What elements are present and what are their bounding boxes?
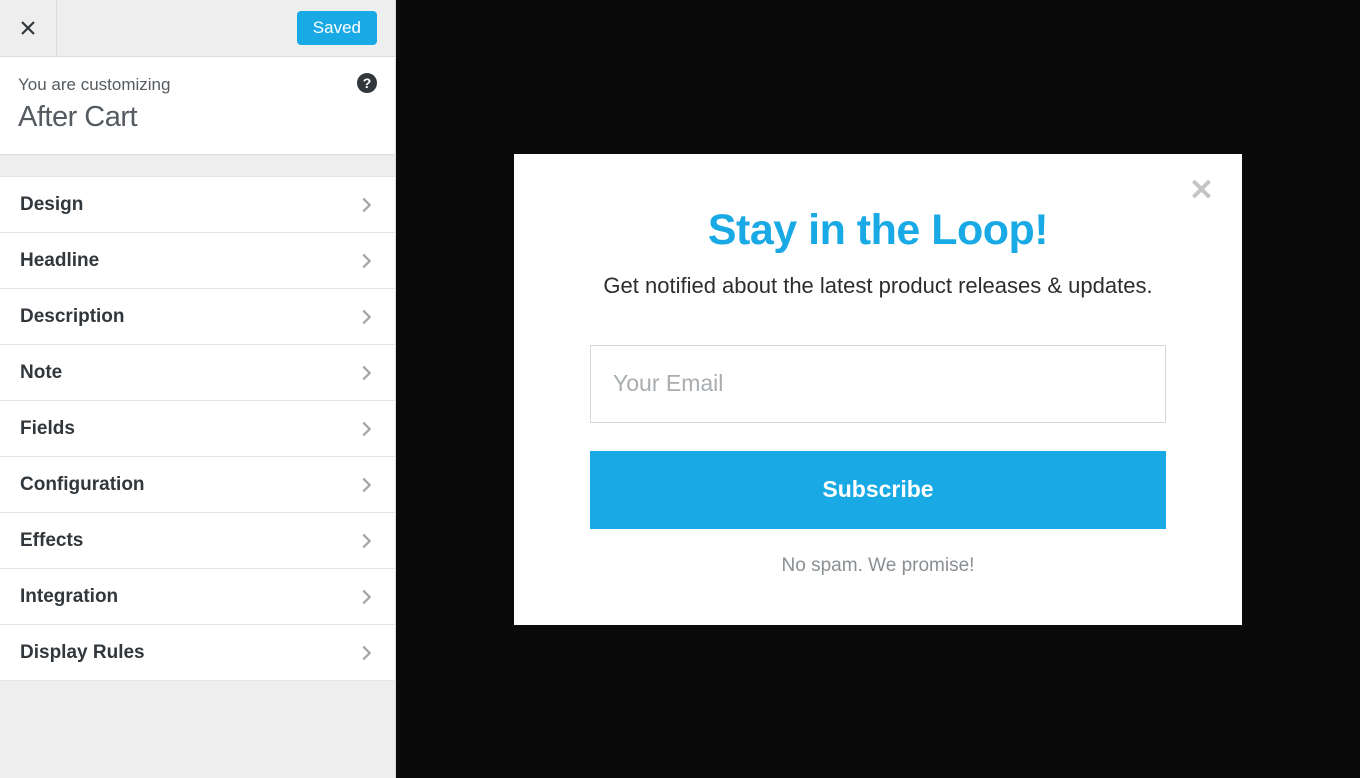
- chevron-right-icon: [355, 250, 377, 272]
- section-design[interactable]: Design: [0, 176, 395, 233]
- popup-description: Get notified about the latest product re…: [590, 273, 1166, 299]
- chevron-right-icon: [355, 306, 377, 328]
- customizer-sidebar: Saved You are customizing After Cart ? D…: [0, 0, 396, 778]
- popup-close-button[interactable]: ✕: [1189, 176, 1214, 206]
- preview-stage: ✕ Stay in the Loop! Get notified about t…: [396, 0, 1360, 778]
- section-label: Configuration: [20, 474, 145, 496]
- sidebar-section-list: Design Headline Description Note Fields …: [0, 177, 395, 681]
- section-label: Description: [20, 306, 125, 328]
- chevron-right-icon: [355, 642, 377, 664]
- section-display-rules[interactable]: Display Rules: [0, 624, 395, 681]
- section-note[interactable]: Note: [0, 344, 395, 401]
- subscribe-button[interactable]: Subscribe: [590, 451, 1166, 529]
- close-customizer-button[interactable]: [0, 0, 57, 57]
- popup-headline: Stay in the Loop!: [590, 206, 1166, 255]
- section-label: Note: [20, 362, 62, 384]
- section-description[interactable]: Description: [0, 288, 395, 345]
- email-input[interactable]: [590, 345, 1166, 423]
- help-icon[interactable]: ?: [357, 73, 377, 93]
- popup-note: No spam. We promise!: [590, 555, 1166, 577]
- customizing-pretext: You are customizing: [18, 75, 377, 95]
- section-headline[interactable]: Headline: [0, 232, 395, 289]
- chevron-right-icon: [355, 530, 377, 552]
- saved-button[interactable]: Saved: [297, 11, 377, 45]
- customizing-title: After Cart: [18, 101, 377, 134]
- sidebar-spacer: [0, 155, 395, 177]
- chevron-right-icon: [355, 418, 377, 440]
- chevron-right-icon: [355, 474, 377, 496]
- section-integration[interactable]: Integration: [0, 568, 395, 625]
- section-label: Design: [20, 194, 83, 216]
- chevron-right-icon: [355, 362, 377, 384]
- sidebar-top-bar: Saved: [0, 0, 395, 57]
- customizer-context: You are customizing After Cart ?: [0, 57, 395, 155]
- section-configuration[interactable]: Configuration: [0, 456, 395, 513]
- section-label: Display Rules: [20, 642, 145, 664]
- section-effects[interactable]: Effects: [0, 512, 395, 569]
- section-label: Headline: [20, 250, 99, 272]
- popup-preview: ✕ Stay in the Loop! Get notified about t…: [514, 154, 1242, 625]
- section-fields[interactable]: Fields: [0, 400, 395, 457]
- section-label: Integration: [20, 586, 118, 608]
- chevron-right-icon: [355, 194, 377, 216]
- close-icon: ✕: [1189, 174, 1214, 207]
- close-icon: [19, 19, 37, 37]
- section-label: Effects: [20, 530, 83, 552]
- section-label: Fields: [20, 418, 75, 440]
- chevron-right-icon: [355, 586, 377, 608]
